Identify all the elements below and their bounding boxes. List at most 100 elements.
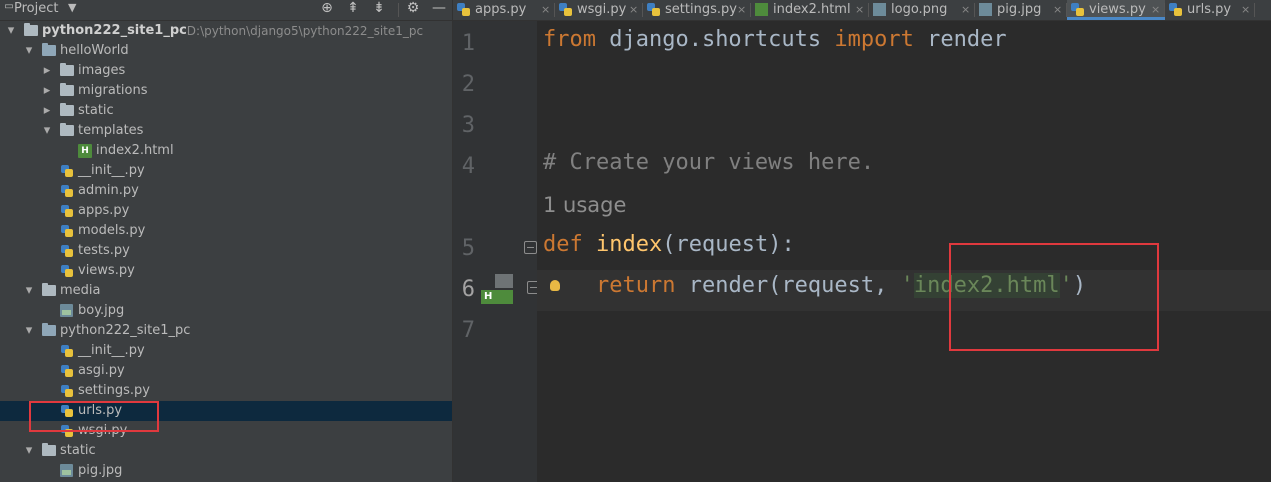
tree-row[interactable]: Hindex2.html bbox=[0, 141, 452, 161]
chevron-down-icon[interactable]: ▼ bbox=[68, 1, 76, 14]
image-file-icon bbox=[979, 3, 992, 16]
tree-row[interactable]: tests.py bbox=[0, 241, 452, 261]
expand-all-icon[interactable]: ⇟ bbox=[370, 0, 388, 16]
line-number[interactable]: 2 bbox=[453, 72, 475, 97]
tree-row[interactable]: ▾ media bbox=[0, 281, 452, 301]
tab-label: logo.png bbox=[891, 2, 948, 17]
code-line-4: # Create your views here. bbox=[543, 150, 875, 175]
folder-icon bbox=[60, 83, 74, 96]
tree-row[interactable]: ▾ python222_site1_pc D:\python\django5\pyt… bbox=[0, 21, 452, 41]
hide-icon[interactable]: — bbox=[430, 0, 448, 16]
folder-icon bbox=[42, 43, 56, 56]
tree-row[interactable]: ▾ helloWorld bbox=[0, 41, 452, 61]
tree-row[interactable]: settings.py bbox=[0, 381, 452, 401]
line-number[interactable]: 1 bbox=[453, 31, 475, 56]
python-file-icon bbox=[647, 3, 660, 16]
close-icon[interactable]: × bbox=[541, 0, 550, 19]
chevron-down-icon[interactable]: ▾ bbox=[23, 281, 35, 301]
tab-index2-html[interactable]: index2.html × bbox=[751, 0, 869, 20]
chevron-right-icon[interactable]: ▸ bbox=[41, 61, 53, 81]
tab-wsgi-py[interactable]: wsgi.py × bbox=[555, 0, 643, 20]
tab-settings-py[interactable]: settings.py × bbox=[643, 0, 751, 20]
chevron-down-icon[interactable]: ▾ bbox=[5, 21, 17, 41]
image-file-icon bbox=[873, 3, 886, 16]
python-file-icon bbox=[1071, 3, 1084, 16]
line-number[interactable]: 4 bbox=[453, 154, 475, 179]
tab-apps-py[interactable]: apps.py × bbox=[453, 0, 555, 20]
tree-row[interactable]: models.py bbox=[0, 221, 452, 241]
close-icon[interactable]: × bbox=[1241, 0, 1250, 19]
tree-item-label: boy.jpg bbox=[78, 303, 125, 318]
tree-item-label: views.py bbox=[78, 263, 135, 278]
tree-row[interactable]: apps.py bbox=[0, 201, 452, 221]
close-icon[interactable]: × bbox=[1151, 0, 1160, 19]
line-number[interactable]: 5 bbox=[453, 236, 475, 261]
chevron-right-icon[interactable]: ▸ bbox=[41, 101, 53, 121]
tree-item-label: python222_site1_pc bbox=[42, 23, 187, 38]
tree-item-label: images bbox=[78, 63, 126, 78]
tree-item-label: templates bbox=[78, 123, 144, 138]
collapse-all-icon[interactable]: ⇞ bbox=[344, 0, 362, 16]
project-panel-header: ▭ Project ▼ ⊕ ⇞ ⇟ ⚙ — bbox=[0, 0, 452, 21]
tree-item-label: pig.jpg bbox=[78, 463, 123, 478]
tree-item-label: media bbox=[60, 283, 101, 298]
close-icon[interactable]: × bbox=[855, 0, 864, 19]
fold-marker-icon[interactable] bbox=[524, 241, 537, 254]
close-icon[interactable]: × bbox=[1053, 0, 1062, 19]
tree-row[interactable]: ▸ images bbox=[0, 61, 452, 81]
tree-row[interactable]: pig.jpg bbox=[0, 461, 452, 481]
tree-item-label: static bbox=[78, 103, 114, 118]
tree-row[interactable]: views.py bbox=[0, 261, 452, 281]
project-view-title[interactable]: Project bbox=[14, 1, 58, 16]
chevron-down-icon[interactable]: ▾ bbox=[23, 441, 35, 461]
folder-icon bbox=[60, 103, 74, 116]
folder-icon bbox=[42, 443, 56, 456]
tree-row[interactable]: ▾ python222_site1_pc bbox=[0, 321, 452, 341]
code-line-1: from django.shortcuts import render bbox=[543, 27, 1007, 52]
editor-gutter: 1 2 3 4 5 6 7 H bbox=[453, 21, 540, 482]
close-icon[interactable]: × bbox=[961, 0, 970, 19]
python-file-icon bbox=[559, 3, 572, 16]
tree-row[interactable]: ▾ templates bbox=[0, 121, 452, 141]
project-path: D:\python\django5\python222_site1_pc bbox=[186, 24, 424, 38]
close-icon[interactable]: × bbox=[737, 0, 746, 19]
tab-pig-jpg[interactable]: pig.jpg × bbox=[975, 0, 1067, 20]
crosshair-icon[interactable]: ⊕ bbox=[318, 0, 336, 16]
python-file-icon bbox=[60, 164, 74, 178]
lightbulb-icon[interactable] bbox=[550, 280, 560, 291]
python-file-icon bbox=[60, 224, 74, 238]
line-number[interactable]: 6 bbox=[453, 277, 475, 302]
tree-row[interactable]: asgi.py bbox=[0, 361, 452, 381]
tree-row[interactable]: __init__.py bbox=[0, 161, 452, 181]
html-template-gutter-icon[interactable]: H bbox=[481, 274, 513, 304]
chevron-right-icon[interactable]: ▸ bbox=[41, 81, 53, 101]
tree-row[interactable]: boy.jpg bbox=[0, 301, 452, 321]
tab-logo-png[interactable]: logo.png × bbox=[869, 0, 975, 20]
tree-row[interactable]: ▾ static bbox=[0, 441, 452, 461]
tree-row[interactable]: ▸ static bbox=[0, 101, 452, 121]
tree-row[interactable]: __init__.py bbox=[0, 341, 452, 361]
tab-urls-py[interactable]: urls.py × bbox=[1165, 0, 1255, 20]
python-file-icon bbox=[60, 184, 74, 198]
line-number[interactable]: 7 bbox=[453, 318, 475, 343]
usage-hint[interactable]: 1 usage bbox=[543, 193, 626, 217]
python-file-icon bbox=[60, 344, 74, 358]
python-file-icon bbox=[457, 3, 470, 16]
tree-row[interactable]: admin.py bbox=[0, 181, 452, 201]
code-editor[interactable]: from django.shortcuts import render # Cr… bbox=[537, 21, 1271, 482]
tree-row[interactable]: ▸ migrations bbox=[0, 81, 452, 101]
header-divider bbox=[398, 3, 399, 17]
chevron-down-icon[interactable]: ▾ bbox=[23, 321, 35, 341]
close-icon[interactable]: × bbox=[629, 0, 638, 19]
chevron-down-icon[interactable]: ▾ bbox=[23, 41, 35, 61]
folder-icon bbox=[24, 23, 38, 36]
line-number[interactable]: 3 bbox=[453, 113, 475, 138]
folder-icon bbox=[42, 323, 56, 336]
chevron-down-icon[interactable]: ▾ bbox=[41, 121, 53, 141]
folder-icon bbox=[60, 63, 74, 76]
folder-icon bbox=[60, 123, 74, 136]
python-file-icon bbox=[60, 364, 74, 378]
tab-views-py[interactable]: views.py × bbox=[1067, 0, 1165, 20]
gear-icon[interactable]: ⚙ bbox=[404, 0, 422, 16]
tab-label: pig.jpg bbox=[997, 2, 1042, 17]
